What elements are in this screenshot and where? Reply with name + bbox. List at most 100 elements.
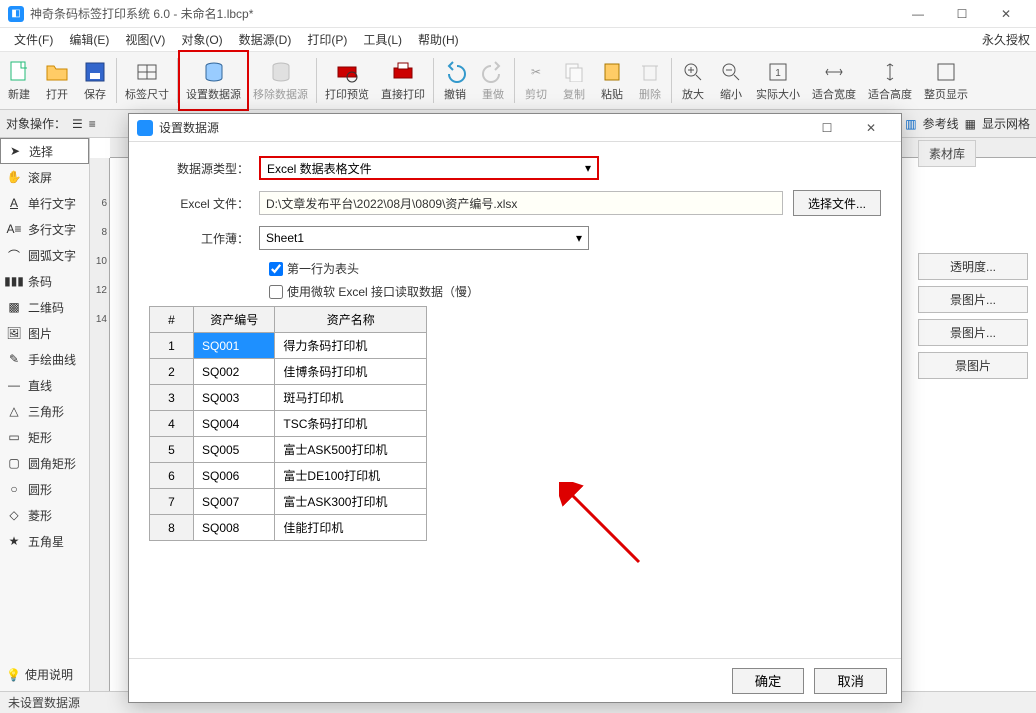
col-b[interactable]: 资产名称 <box>275 307 427 333</box>
select-type[interactable]: Excel 数据表格文件 ▾ <box>259 156 599 180</box>
cell-b[interactable]: 富士ASK300打印机 <box>275 489 427 515</box>
cancel-button[interactable]: 取消 <box>814 668 887 694</box>
table-row[interactable]: 3 SQ003 斑马打印机 <box>150 385 427 411</box>
cell-b[interactable]: 斑马打印机 <box>275 385 427 411</box>
chk-msexcel[interactable]: 使用微软 Excel 接口读取数据（慢） <box>269 283 881 300</box>
datasource-dialog: 设置数据源 ☐ ✕ 数据源类型： Excel 数据表格文件 ▾ Excel 文件… <box>128 113 902 703</box>
tb-delete[interactable]: 删除 <box>631 52 669 109</box>
tb-fitw[interactable]: 适合宽度 <box>806 52 862 109</box>
cell-a[interactable]: SQ008 <box>194 515 275 541</box>
tool-select[interactable]: ➤选择 <box>0 138 89 164</box>
menu-datasource[interactable]: 数据源(D) <box>231 29 300 50</box>
cell-b[interactable]: 富士ASK500打印机 <box>275 437 427 463</box>
table-row[interactable]: 1 SQ001 得力条码打印机 <box>150 333 427 359</box>
help-link[interactable]: 💡使用说明 <box>6 666 73 683</box>
dialog-close-button[interactable]: ✕ <box>849 114 893 142</box>
tb-undo[interactable]: 撤销 <box>436 52 474 109</box>
tool-arctext[interactable]: ⌒圆弧文字 <box>0 242 89 268</box>
grid-icon[interactable]: ▦ <box>965 117 976 131</box>
cell-a[interactable]: SQ001 <box>194 333 275 359</box>
layer-icon[interactable]: ☰ <box>72 117 83 131</box>
tb-zoomin[interactable]: 放大 <box>674 52 712 109</box>
col-num[interactable]: # <box>150 307 194 333</box>
tool-diamond[interactable]: ◇菱形 <box>0 502 89 528</box>
tb-fith[interactable]: 适合高度 <box>862 52 918 109</box>
svg-text:1: 1 <box>775 68 781 79</box>
btn-transparency[interactable]: 透明度... <box>918 253 1028 280</box>
layer2-icon[interactable]: ≡ <box>89 117 96 131</box>
tool-text2[interactable]: A≡多行文字 <box>0 216 89 242</box>
dialog-maximize-button[interactable]: ☐ <box>805 114 849 142</box>
tool-barcode[interactable]: ▮▮▮条码 <box>0 268 89 294</box>
tb-new[interactable]: 新建 <box>0 52 38 109</box>
tool-image[interactable]: 🖼图片 <box>0 320 89 346</box>
guides-label[interactable]: 参考线 <box>923 115 959 132</box>
btn-bgimg2[interactable]: 景图片... <box>918 319 1028 346</box>
cell-a[interactable]: SQ005 <box>194 437 275 463</box>
table-row[interactable]: 2 SQ002 佳博条码打印机 <box>150 359 427 385</box>
tb-preview[interactable]: 打印预览 <box>319 52 375 109</box>
guides-icon[interactable]: ▥ <box>905 117 916 131</box>
cell-a[interactable]: SQ004 <box>194 411 275 437</box>
table-row[interactable]: 8 SQ008 佳能打印机 <box>150 515 427 541</box>
grid-label[interactable]: 显示网格 <box>982 115 1030 132</box>
tool-freehand[interactable]: ✎手绘曲线 <box>0 346 89 372</box>
table-row[interactable]: 4 SQ004 TSC条码打印机 <box>150 411 427 437</box>
titlebar: ◧ 神奇条码标签打印系统 6.0 - 未命名1.lbcp* ― ☐ ✕ <box>0 0 1036 28</box>
chk-header[interactable]: 第一行为表头 <box>269 260 881 277</box>
cell-a[interactable]: SQ006 <box>194 463 275 489</box>
menu-edit[interactable]: 编辑(E) <box>61 29 117 50</box>
menu-file[interactable]: 文件(F) <box>6 29 61 50</box>
select-sheet[interactable]: Sheet1 ▾ <box>259 226 589 250</box>
menu-view[interactable]: 视图(V) <box>117 29 173 50</box>
cell-a[interactable]: SQ003 <box>194 385 275 411</box>
minimize-button[interactable]: ― <box>896 0 940 28</box>
tool-rect[interactable]: ▭矩形 <box>0 424 89 450</box>
tool-scroll[interactable]: ✋滚屏 <box>0 164 89 190</box>
cell-b[interactable]: 富士DE100打印机 <box>275 463 427 489</box>
tb-open[interactable]: 打开 <box>38 52 76 109</box>
tool-circle[interactable]: ○圆形 <box>0 476 89 502</box>
menu-print[interactable]: 打印(P) <box>299 29 355 50</box>
tb-remove-datasource[interactable]: 移除数据源 <box>247 52 314 109</box>
input-file[interactable]: D:\文章发布平台\2022\08月\0809\资产编号.xlsx <box>259 191 783 215</box>
tb-cut[interactable]: ✂剪切 <box>517 52 555 109</box>
cell-a[interactable]: SQ007 <box>194 489 275 515</box>
ok-button[interactable]: 确定 <box>732 668 805 694</box>
browse-button[interactable]: 选择文件... <box>793 190 881 216</box>
menu-tools[interactable]: 工具(L) <box>355 29 410 50</box>
tb-zoomout[interactable]: 缩小 <box>712 52 750 109</box>
tb-save[interactable]: 保存 <box>76 52 114 109</box>
maximize-button[interactable]: ☐ <box>940 0 984 28</box>
menu-object[interactable]: 对象(O) <box>173 29 230 50</box>
tb-copy[interactable]: 复制 <box>555 52 593 109</box>
data-grid[interactable]: # 资产编号 资产名称 1 SQ001 得力条码打印机2 SQ002 佳博条码打… <box>149 306 427 541</box>
tb-paste[interactable]: 粘贴 <box>593 52 631 109</box>
table-row[interactable]: 7 SQ007 富士ASK300打印机 <box>150 489 427 515</box>
cell-a[interactable]: SQ002 <box>194 359 275 385</box>
tb-redo[interactable]: 重做 <box>474 52 512 109</box>
menu-help[interactable]: 帮助(H) <box>410 29 467 50</box>
btn-bgimg1[interactable]: 景图片... <box>918 286 1028 313</box>
tool-roundrect[interactable]: ▢圆角矩形 <box>0 450 89 476</box>
tb-directprint[interactable]: 直接打印 <box>375 52 431 109</box>
tab-assets[interactable]: 素材库 <box>918 140 976 167</box>
tool-line[interactable]: —直线 <box>0 372 89 398</box>
table-row[interactable]: 6 SQ006 富士DE100打印机 <box>150 463 427 489</box>
tb-set-datasource[interactable]: 设置数据源 <box>180 52 247 109</box>
tb-fitpage[interactable]: 整页显示 <box>918 52 974 109</box>
cell-b[interactable]: 佳能打印机 <box>275 515 427 541</box>
col-a[interactable]: 资产编号 <box>194 307 275 333</box>
tool-triangle[interactable]: △三角形 <box>0 398 89 424</box>
tb-labelsize[interactable]: 标签尺寸 <box>119 52 175 109</box>
btn-bgimg3[interactable]: 景图片 <box>918 352 1028 379</box>
cell-b[interactable]: 佳博条码打印机 <box>275 359 427 385</box>
tool-text1[interactable]: A单行文字 <box>0 190 89 216</box>
cell-b[interactable]: TSC条码打印机 <box>275 411 427 437</box>
tool-star[interactable]: ★五角星 <box>0 528 89 554</box>
close-button[interactable]: ✕ <box>984 0 1028 28</box>
cell-b[interactable]: 得力条码打印机 <box>275 333 427 359</box>
table-row[interactable]: 5 SQ005 富士ASK500打印机 <box>150 437 427 463</box>
tb-actual[interactable]: 1实际大小 <box>750 52 806 109</box>
tool-qrcode[interactable]: ▩二维码 <box>0 294 89 320</box>
